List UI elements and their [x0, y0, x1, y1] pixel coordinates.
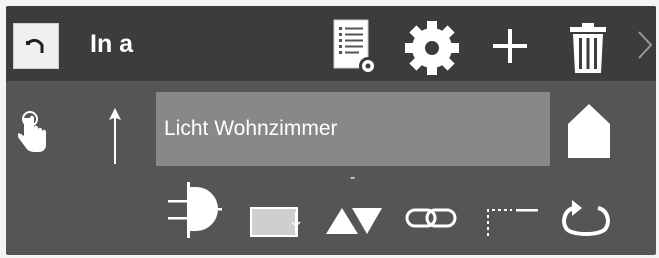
header-bar: In a	[6, 6, 656, 81]
delay-box-icon	[248, 202, 304, 238]
home-button[interactable]	[566, 102, 612, 160]
app-panel: In a Licht Wohnzimmer -	[6, 6, 656, 255]
home-icon	[566, 102, 612, 160]
arrow-up-icon	[106, 106, 124, 166]
trash-icon	[568, 21, 608, 75]
chevron-right-icon	[636, 30, 654, 60]
gear-icon	[404, 20, 460, 76]
dotted-line-button[interactable]	[480, 202, 540, 238]
settings-button[interactable]	[404, 20, 460, 76]
link-icon	[404, 204, 458, 232]
loop-button[interactable]	[558, 196, 614, 242]
curve-arrow-icon	[24, 35, 48, 57]
name-field[interactable]: Licht Wohnzimmer	[156, 92, 550, 166]
list-settings-button[interactable]	[332, 18, 378, 78]
triangles-button[interactable]: -	[324, 170, 384, 240]
triangles-label: -	[350, 169, 356, 186]
delay-box-button[interactable]	[248, 202, 304, 238]
direction-button[interactable]	[106, 106, 124, 166]
loop-icon	[558, 196, 614, 242]
list-settings-icon	[332, 18, 378, 78]
next-button[interactable]	[634, 28, 656, 62]
and-gate-icon	[166, 178, 222, 240]
touch-button[interactable]	[18, 110, 52, 154]
touch-hand-icon	[18, 110, 52, 154]
dotted-line-icon	[480, 202, 540, 238]
triangles-icon	[324, 178, 384, 240]
delete-button[interactable]	[567, 20, 609, 76]
add-button[interactable]	[488, 24, 532, 68]
and-gate-button[interactable]	[166, 178, 222, 240]
plus-icon	[490, 26, 530, 66]
page-title: In a	[90, 30, 134, 58]
link-button[interactable]	[404, 204, 458, 232]
logo-button[interactable]	[13, 23, 59, 69]
